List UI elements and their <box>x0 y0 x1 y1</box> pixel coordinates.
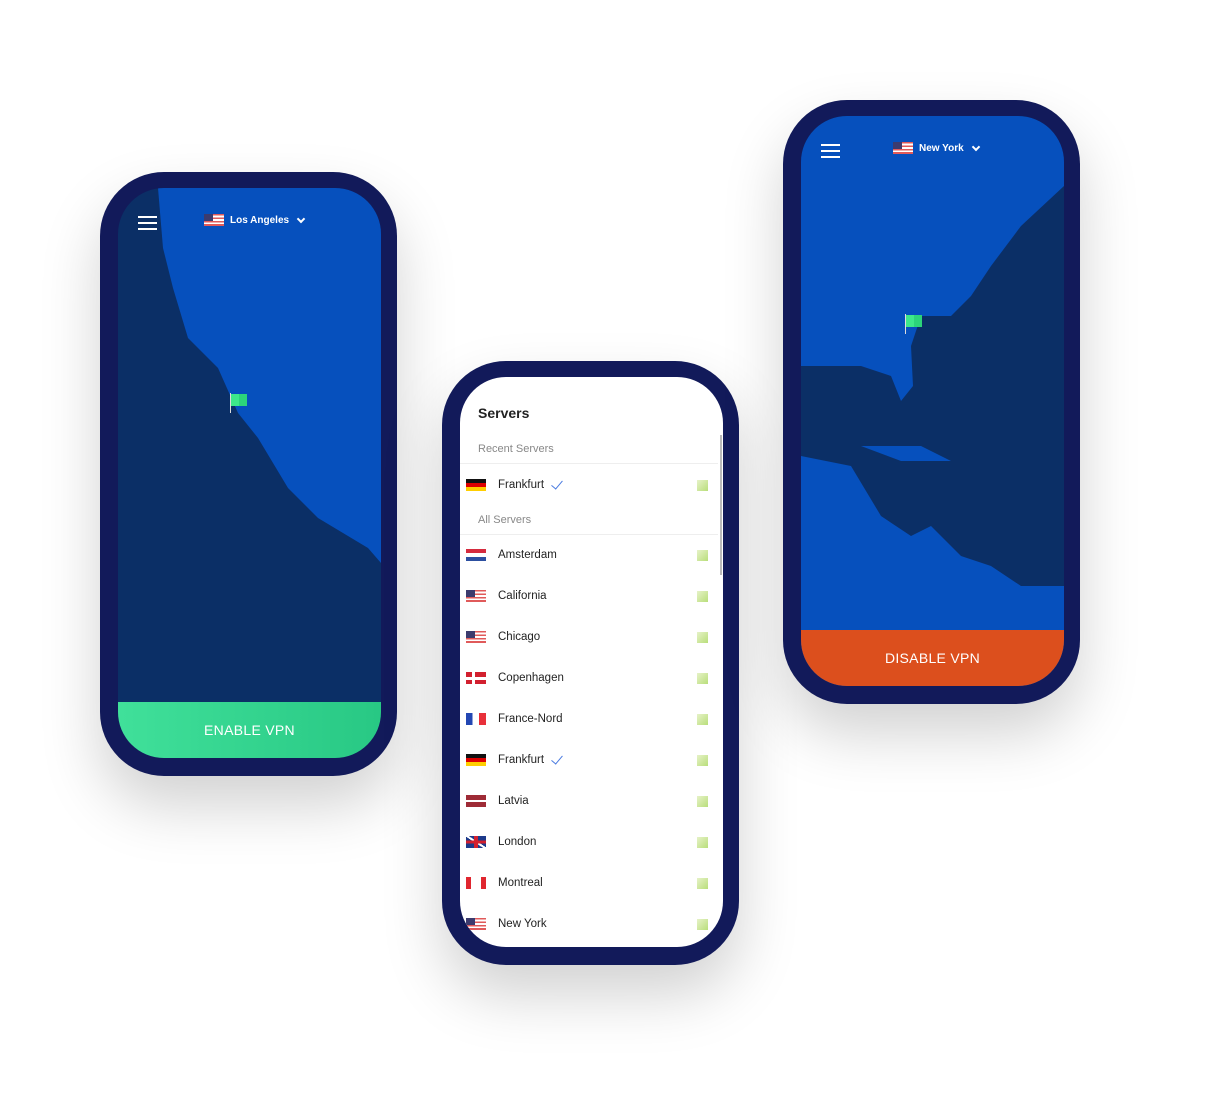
check-icon <box>551 751 563 765</box>
server-row[interactable]: Montreal <box>466 873 710 893</box>
signal-icon <box>697 795 708 807</box>
server-row[interactable]: Frankfurt <box>466 475 710 495</box>
server-name: Amsterdam <box>498 549 557 561</box>
recent-servers-label: Recent Servers <box>478 443 554 455</box>
server-name: California <box>498 590 547 602</box>
all-servers-label: All Servers <box>478 514 532 526</box>
signal-icon <box>697 479 708 491</box>
fr-flag-icon <box>466 713 486 725</box>
signal-icon <box>697 672 708 684</box>
server-name: France-Nord <box>498 713 563 725</box>
signal-icon <box>697 877 708 889</box>
map <box>158 188 381 563</box>
server-row[interactable]: London <box>466 832 710 852</box>
location-label: Los Angeles <box>230 214 290 226</box>
servers-screen: Servers Recent Servers Frankfurt All Ser… <box>460 377 723 947</box>
server-name: Chicago <box>498 631 541 643</box>
phone-left: Los Angeles ENABLE VPN <box>100 172 397 776</box>
check-icon <box>551 476 563 490</box>
server-row[interactable]: Chicago <box>466 627 710 647</box>
chevron-down-icon <box>296 214 306 223</box>
gb-flag-icon <box>466 836 486 848</box>
server-name: Frankfurt <box>498 754 545 766</box>
enable-vpn-button[interactable]: ENABLE VPN <box>118 702 381 758</box>
server-row[interactable]: Amsterdam <box>466 545 710 565</box>
server-row[interactable]: Frankfurt <box>466 750 710 770</box>
signal-icon <box>697 918 708 930</box>
phone-right: New York DISABLE VPN <box>783 100 1080 704</box>
location-selector[interactable]: New York <box>893 142 980 154</box>
phone-middle: Servers Recent Servers Frankfurt All Ser… <box>442 361 739 965</box>
us-flag-icon <box>466 590 486 602</box>
ca-flag-icon <box>466 877 486 889</box>
disable-vpn-button[interactable]: DISABLE VPN <box>801 630 1064 686</box>
server-name: Latvia <box>498 795 529 807</box>
map <box>801 116 1064 686</box>
us-flag-icon <box>893 142 913 154</box>
signal-icon <box>697 836 708 848</box>
location-selector[interactable]: Los Angeles <box>204 214 306 226</box>
signal-icon <box>697 549 708 561</box>
signal-icon <box>697 713 708 725</box>
server-name: Copenhagen <box>498 672 564 684</box>
scrollbar[interactable] <box>720 435 722 575</box>
server-name: London <box>498 836 537 848</box>
dk-flag-icon <box>466 672 486 684</box>
us-flag-icon <box>466 631 486 643</box>
signal-icon <box>697 631 708 643</box>
location-label: New York <box>919 142 964 154</box>
page-title: Servers <box>478 405 530 421</box>
de-flag-icon <box>466 479 486 491</box>
signal-icon <box>697 590 708 602</box>
menu-icon[interactable] <box>821 144 840 158</box>
server-row[interactable]: California <box>466 586 710 606</box>
menu-icon[interactable] <box>138 216 157 230</box>
server-name: Frankfurt <box>498 479 545 491</box>
us-flag-icon <box>466 918 486 930</box>
server-name: New York <box>498 918 547 930</box>
lv-flag-icon <box>466 795 486 807</box>
server-row[interactable]: New York <box>466 914 710 934</box>
nl-flag-icon <box>466 549 486 561</box>
map-screen: Los Angeles ENABLE VPN <box>118 188 381 758</box>
server-row[interactable]: Latvia <box>466 791 710 811</box>
map-screen: New York DISABLE VPN <box>801 116 1064 686</box>
chevron-down-icon <box>971 142 980 151</box>
server-row[interactable]: Copenhagen <box>466 668 710 688</box>
signal-icon <box>697 754 708 766</box>
server-name: Montreal <box>498 877 543 889</box>
de-flag-icon <box>466 754 486 766</box>
server-row[interactable]: France-Nord <box>466 709 710 729</box>
us-flag-icon <box>204 214 224 226</box>
